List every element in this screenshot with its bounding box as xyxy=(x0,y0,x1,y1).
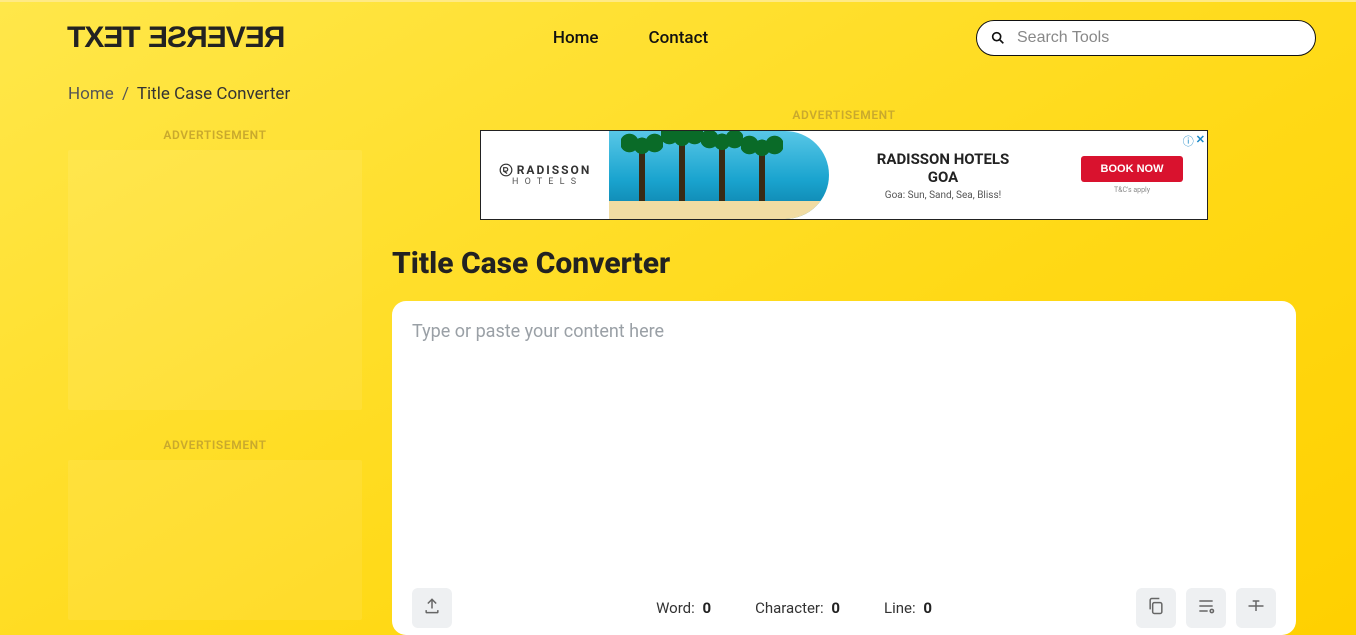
stat-character: Character: 0 xyxy=(755,599,840,617)
leaderboard-ad[interactable]: RADISSON H O T E L S RADISSON HOTELS GOA xyxy=(480,130,1208,220)
upload-button[interactable] xyxy=(412,588,452,628)
ad-terms-text: T&C's apply xyxy=(1114,186,1150,194)
main-nav: Home Contact xyxy=(285,28,976,48)
tool-panel: Word: 0 Character: 0 Line: 0 xyxy=(392,301,1296,635)
copy-button[interactable] xyxy=(1136,588,1176,628)
strikethrough-icon xyxy=(1246,596,1266,620)
ad-slot-side-1[interactable] xyxy=(68,150,362,410)
ad-hero-image xyxy=(609,131,829,219)
breadcrumb: Home / Title Case Converter xyxy=(0,66,1356,108)
main-content: ADVERTISEMENT RADISSON H O T E L S xyxy=(392,108,1296,635)
breadcrumb-separator: / xyxy=(122,84,129,104)
logo-text-flipped: TEXT xyxy=(68,21,141,55)
nav-contact[interactable]: Contact xyxy=(649,28,709,48)
upload-icon xyxy=(422,596,442,620)
ad-label-side-2: ADVERTISEMENT xyxy=(68,438,362,452)
ad-label-top: ADVERTISEMENT xyxy=(392,108,1296,122)
list-button[interactable] xyxy=(1186,588,1226,628)
search-input[interactable] xyxy=(976,20,1316,56)
ad-text-block: RADISSON HOTELS GOA Goa: Sun, Sand, Sea,… xyxy=(829,131,1057,219)
stat-line: Line: 0 xyxy=(884,599,932,617)
ad-brand-logo: RADISSON H O T E L S xyxy=(481,131,609,219)
ad-label-side-1: ADVERTISEMENT xyxy=(68,128,362,142)
clear-button[interactable] xyxy=(1236,588,1276,628)
breadcrumb-current: Title Case Converter xyxy=(137,84,290,104)
ad-book-now-button[interactable]: BOOK NOW xyxy=(1081,156,1184,182)
ad-close-icon[interactable]: ✕ xyxy=(1196,133,1205,149)
logo-text-flipped-2: REVERSE xyxy=(149,21,285,55)
nav-home[interactable]: Home xyxy=(553,28,599,48)
stat-word: Word: 0 xyxy=(656,599,711,617)
breadcrumb-home[interactable]: Home xyxy=(68,84,114,104)
page-title: Title Case Converter xyxy=(392,246,1296,281)
ad-slot-side-2[interactable] xyxy=(68,460,362,620)
adchoices-icon[interactable]: ⓘ xyxy=(1183,133,1194,149)
search-wrapper xyxy=(976,20,1316,56)
sidebar: ADVERTISEMENT ADVERTISEMENT xyxy=(68,108,362,635)
search-icon xyxy=(990,30,1006,46)
copy-icon xyxy=(1146,596,1166,620)
content-textarea[interactable] xyxy=(412,321,1276,581)
tool-footer: Word: 0 Character: 0 Line: 0 xyxy=(412,581,1276,635)
list-icon xyxy=(1196,596,1216,620)
site-logo[interactable]: TEXT REVERSE xyxy=(68,21,285,55)
